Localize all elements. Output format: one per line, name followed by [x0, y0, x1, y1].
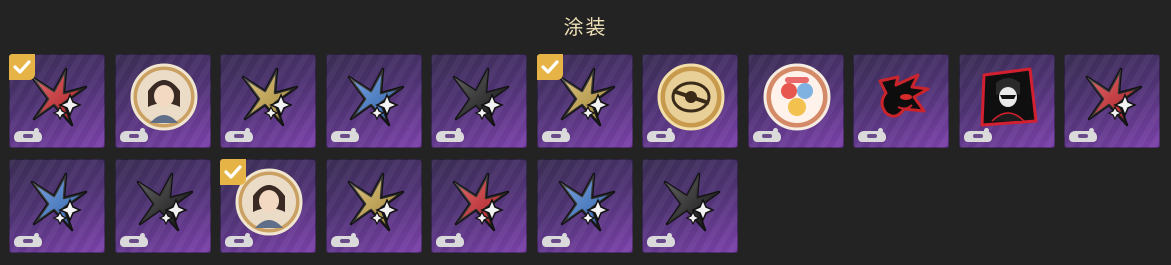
livery-tile[interactable]: [220, 159, 316, 253]
car-type-icon: [436, 128, 464, 142]
car-type-icon: [647, 128, 675, 142]
black-star-decal-icon: [446, 63, 514, 131]
car-type-icon: [330, 233, 359, 247]
livery-tile[interactable]: [536, 54, 633, 148]
character-portrait-icon: [130, 63, 198, 131]
car-type-icon: [1069, 128, 1097, 142]
car-type-icon: [14, 233, 42, 247]
gold-star-decal-icon: [341, 168, 409, 236]
red-star-decal-icon: [1079, 63, 1147, 131]
livery-tile[interactable]: [1064, 54, 1160, 148]
livery-tile[interactable]: [642, 54, 738, 148]
livery-tile[interactable]: [853, 54, 949, 148]
blue-star-decal-icon: [24, 168, 92, 236]
livery-tile[interactable]: [642, 159, 738, 253]
livery-grid: [9, 54, 1160, 253]
car-type-icon: [541, 233, 570, 247]
livery-tile[interactable]: [9, 159, 105, 253]
gold-emblem-badge-icon: [657, 63, 725, 131]
livery-tile[interactable]: [431, 159, 527, 253]
livery-tile[interactable]: [325, 54, 422, 148]
car-type-icon: [858, 128, 886, 142]
livery-tile[interactable]: [325, 159, 422, 253]
car-type-icon: [225, 233, 253, 247]
car-type-icon: [330, 128, 359, 142]
livery-tile[interactable]: [536, 159, 633, 253]
blue-star-decal-icon: [341, 63, 409, 131]
masked-phantom-icon: [974, 63, 1042, 131]
livery-tile[interactable]: [431, 54, 527, 148]
car-type-icon: [436, 233, 464, 247]
checkmark-icon: [536, 54, 563, 80]
car-type-icon: [14, 128, 42, 142]
checkmark-icon: [220, 159, 246, 185]
blue-star-decal-icon: [552, 168, 620, 236]
checkmark-icon: [9, 54, 35, 80]
car-type-icon: [541, 128, 570, 142]
gold-star-decal-icon: [235, 63, 303, 131]
car-type-icon: [225, 128, 253, 142]
shadow-hedgehog-icon: [868, 63, 936, 131]
panel-title: 涂装: [563, 15, 608, 39]
livery-tile[interactable]: [114, 159, 211, 253]
livery-tile[interactable]: [220, 54, 316, 148]
car-type-icon: [119, 233, 148, 247]
livery-tile[interactable]: [958, 54, 1055, 148]
black-star-decal-icon: [130, 168, 198, 236]
livery-tile[interactable]: [747, 54, 844, 148]
car-type-icon: [119, 128, 148, 142]
livery-tile[interactable]: [114, 54, 211, 148]
livery-panel: 涂装: [0, 0, 1171, 265]
cartoon-sticker-badge-icon: [763, 63, 831, 131]
red-star-decal-icon: [446, 168, 514, 236]
black-star-decal-icon: [657, 168, 725, 236]
livery-tile[interactable]: [9, 54, 105, 148]
car-type-icon: [647, 233, 675, 247]
car-type-icon: [963, 128, 992, 142]
car-type-icon: [752, 128, 781, 142]
